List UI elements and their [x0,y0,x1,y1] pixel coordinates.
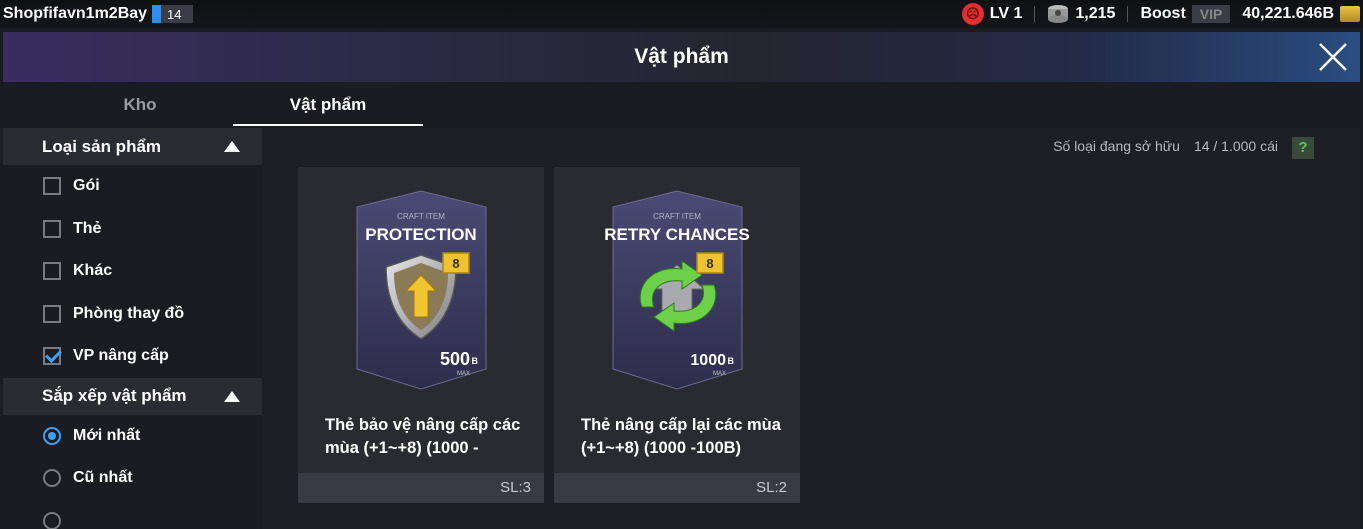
item-card[interactable]: CRAFT ITEM PROTECTION 8 500 B MAX Thẻ bả… [298,167,544,503]
sort-option-newest[interactable]: Mới nhất [3,415,262,458]
item-grid-area: Số loại đang sở hữu 14 / 1.000 cái ? CRA… [262,128,1360,529]
retry-chances-card-art: CRAFT ITEM RETRY CHANCES 8 1000 B MAX [604,190,750,390]
svg-text:CRAFT ITEM: CRAFT ITEM [397,212,445,221]
rank-value: 14 [167,6,182,22]
coin-stack-icon [1048,5,1069,23]
checkbox-checked[interactable] [43,347,61,366]
radio[interactable] [43,511,61,529]
close-icon[interactable] [1316,40,1350,74]
radio[interactable] [43,469,61,488]
coin-count: 1,215 [1075,5,1116,22]
item-quantity: SL:3 [298,473,544,503]
sort-header[interactable]: Sắp xếp vật phẩm [3,377,262,415]
item-quantity: SL:2 [554,473,800,503]
sad-face-icon: ☹ [961,3,984,25]
tab-vat-pham[interactable]: Vật phẩm [233,86,423,126]
owned-value: 14 / 1.000 cái [1193,138,1278,154]
tab-kho[interactable]: Kho [45,86,235,126]
help-icon[interactable]: ? [1292,137,1314,159]
boost-label[interactable]: Boost [1140,5,1185,23]
bp-amount: 40,221.646B [1242,5,1334,22]
checkbox[interactable] [43,219,61,238]
svg-text:MAX: MAX [713,371,726,377]
filter-option-goi[interactable]: Gói [3,165,262,208]
owned-count: Số loại đang sở hữu 14 / 1.000 cái [1053,138,1278,154]
svg-text:1000: 1000 [690,352,726,369]
item-card[interactable]: CRAFT ITEM RETRY CHANCES 8 1000 B MAX Th… [554,167,800,503]
svg-text:8: 8 [706,256,713,271]
svg-text:CRAFT ITEM: CRAFT ITEM [653,212,701,221]
filter-option-vp-nang-cap[interactable]: VP nâng cấp [3,335,262,378]
owned-label: Số loại đang sở hữu [1053,138,1180,154]
svg-text:PROTECTION: PROTECTION [365,225,476,244]
checkbox[interactable] [43,262,61,281]
level-text: LV 1 [989,5,1023,22]
filter-option-phong-thay-do[interactable]: Phòng thay đồ [3,293,262,336]
bp-currency-icon [1340,6,1360,22]
category-filter-header[interactable]: Loại sản phẩm [3,128,262,165]
sort-option-oldest[interactable]: Cũ nhất [3,457,262,500]
svg-text:8: 8 [452,256,459,271]
window-title: Vật phẩm [634,45,729,68]
collapse-triangle-icon [224,141,240,152]
checkbox[interactable] [43,177,61,196]
vip-badge[interactable]: VIP [1191,5,1231,23]
item-name: Thẻ nâng cấp lại các mùa (+1~+8) (1000 -… [581,416,781,457]
svg-text:RETRY CHANCES: RETRY CHANCES [604,225,749,244]
window-title-bar: Vật phẩm [3,32,1360,82]
protection-card-art: CRAFT ITEM PROTECTION 8 500 B MAX [356,190,487,390]
svg-text:B: B [472,356,479,366]
sort-option-partial[interactable] [3,500,262,529]
svg-text:MAX: MAX [457,371,470,377]
rank-badge: 14 [152,5,193,23]
tab-bar: Kho Vật phẩm [45,86,465,126]
top-status-bar: Shopfifavn1m2Bay 14 ☹ LV 1 1,215 Boost V… [0,0,1363,28]
filter-sidebar: Loại sản phẩm Gói Thẻ Khác Phòng thay đồ… [3,128,262,529]
radio-selected[interactable] [43,426,61,445]
svg-text:B: B [728,356,735,366]
filter-option-the[interactable]: Thẻ [3,208,262,251]
svg-text:500: 500 [440,349,470,369]
item-name: Thẻ bảo vệ nâng cấp các mùa (+1~+8) (100… [325,416,521,457]
checkbox[interactable] [43,304,61,323]
filter-option-khac[interactable]: Khác [3,250,262,293]
collapse-triangle-icon [224,390,240,402]
username: Shopfifavn1m2Bay [3,5,148,22]
